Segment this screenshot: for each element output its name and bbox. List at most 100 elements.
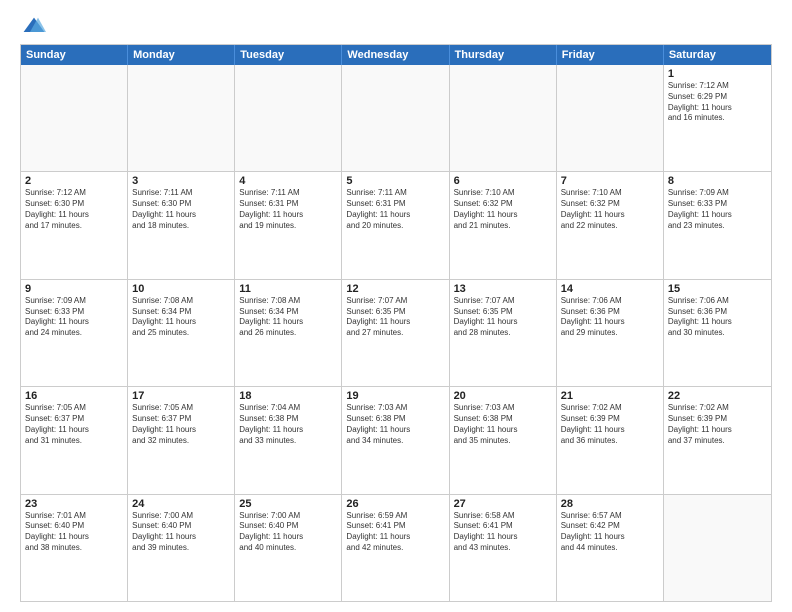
day-info: Sunrise: 7:07 AM Sunset: 6:35 PM Dayligh…: [454, 296, 552, 339]
day-number: 4: [239, 175, 337, 187]
day-number: 28: [561, 498, 659, 510]
logo-icon: [22, 16, 46, 36]
calendar-cell: 9Sunrise: 7:09 AM Sunset: 6:33 PM Daylig…: [21, 280, 128, 386]
calendar-row-1: 2Sunrise: 7:12 AM Sunset: 6:30 PM Daylig…: [21, 171, 771, 278]
calendar-body: 1Sunrise: 7:12 AM Sunset: 6:29 PM Daylig…: [21, 65, 771, 601]
calendar-cell: 16Sunrise: 7:05 AM Sunset: 6:37 PM Dayli…: [21, 387, 128, 493]
header-day-friday: Friday: [557, 45, 664, 65]
day-info: Sunrise: 7:00 AM Sunset: 6:40 PM Dayligh…: [132, 511, 230, 554]
day-number: 22: [668, 390, 767, 402]
header-day-monday: Monday: [128, 45, 235, 65]
day-number: 21: [561, 390, 659, 402]
day-number: 8: [668, 175, 767, 187]
day-number: 27: [454, 498, 552, 510]
day-info: Sunrise: 7:08 AM Sunset: 6:34 PM Dayligh…: [239, 296, 337, 339]
day-number: 14: [561, 283, 659, 295]
calendar-cell: [450, 65, 557, 171]
day-info: Sunrise: 7:12 AM Sunset: 6:29 PM Dayligh…: [668, 81, 767, 124]
day-number: 25: [239, 498, 337, 510]
day-number: 6: [454, 175, 552, 187]
day-number: 2: [25, 175, 123, 187]
day-number: 10: [132, 283, 230, 295]
day-info: Sunrise: 7:03 AM Sunset: 6:38 PM Dayligh…: [346, 403, 444, 446]
calendar-cell: [664, 495, 771, 601]
day-number: 9: [25, 283, 123, 295]
calendar: SundayMondayTuesdayWednesdayThursdayFrid…: [20, 44, 772, 602]
day-info: Sunrise: 7:05 AM Sunset: 6:37 PM Dayligh…: [132, 403, 230, 446]
day-info: Sunrise: 7:11 AM Sunset: 6:31 PM Dayligh…: [346, 188, 444, 231]
day-number: 12: [346, 283, 444, 295]
day-number: 24: [132, 498, 230, 510]
calendar-cell: 24Sunrise: 7:00 AM Sunset: 6:40 PM Dayli…: [128, 495, 235, 601]
calendar-cell: [21, 65, 128, 171]
day-info: Sunrise: 6:59 AM Sunset: 6:41 PM Dayligh…: [346, 511, 444, 554]
calendar-cell: 21Sunrise: 7:02 AM Sunset: 6:39 PM Dayli…: [557, 387, 664, 493]
day-info: Sunrise: 7:00 AM Sunset: 6:40 PM Dayligh…: [239, 511, 337, 554]
calendar-cell: 5Sunrise: 7:11 AM Sunset: 6:31 PM Daylig…: [342, 172, 449, 278]
header-day-sunday: Sunday: [21, 45, 128, 65]
day-number: 19: [346, 390, 444, 402]
day-number: 7: [561, 175, 659, 187]
page: SundayMondayTuesdayWednesdayThursdayFrid…: [0, 0, 792, 612]
calendar-cell: 15Sunrise: 7:06 AM Sunset: 6:36 PM Dayli…: [664, 280, 771, 386]
day-info: Sunrise: 7:12 AM Sunset: 6:30 PM Dayligh…: [25, 188, 123, 231]
calendar-cell: 3Sunrise: 7:11 AM Sunset: 6:30 PM Daylig…: [128, 172, 235, 278]
header-day-wednesday: Wednesday: [342, 45, 449, 65]
calendar-cell: 25Sunrise: 7:00 AM Sunset: 6:40 PM Dayli…: [235, 495, 342, 601]
calendar-cell: 14Sunrise: 7:06 AM Sunset: 6:36 PM Dayli…: [557, 280, 664, 386]
day-number: 23: [25, 498, 123, 510]
day-info: Sunrise: 7:02 AM Sunset: 6:39 PM Dayligh…: [561, 403, 659, 446]
calendar-header: SundayMondayTuesdayWednesdayThursdayFrid…: [21, 45, 771, 65]
day-info: Sunrise: 6:57 AM Sunset: 6:42 PM Dayligh…: [561, 511, 659, 554]
logo: [20, 16, 50, 36]
calendar-cell: 19Sunrise: 7:03 AM Sunset: 6:38 PM Dayli…: [342, 387, 449, 493]
day-info: Sunrise: 7:04 AM Sunset: 6:38 PM Dayligh…: [239, 403, 337, 446]
calendar-cell: 10Sunrise: 7:08 AM Sunset: 6:34 PM Dayli…: [128, 280, 235, 386]
day-number: 5: [346, 175, 444, 187]
day-info: Sunrise: 7:09 AM Sunset: 6:33 PM Dayligh…: [668, 188, 767, 231]
header-day-thursday: Thursday: [450, 45, 557, 65]
day-info: Sunrise: 7:10 AM Sunset: 6:32 PM Dayligh…: [454, 188, 552, 231]
calendar-cell: 1Sunrise: 7:12 AM Sunset: 6:29 PM Daylig…: [664, 65, 771, 171]
day-info: Sunrise: 7:11 AM Sunset: 6:31 PM Dayligh…: [239, 188, 337, 231]
day-number: 18: [239, 390, 337, 402]
day-number: 13: [454, 283, 552, 295]
day-info: Sunrise: 7:09 AM Sunset: 6:33 PM Dayligh…: [25, 296, 123, 339]
day-number: 15: [668, 283, 767, 295]
calendar-cell: 22Sunrise: 7:02 AM Sunset: 6:39 PM Dayli…: [664, 387, 771, 493]
day-info: Sunrise: 7:01 AM Sunset: 6:40 PM Dayligh…: [25, 511, 123, 554]
day-number: 16: [25, 390, 123, 402]
calendar-cell: 27Sunrise: 6:58 AM Sunset: 6:41 PM Dayli…: [450, 495, 557, 601]
day-info: Sunrise: 7:08 AM Sunset: 6:34 PM Dayligh…: [132, 296, 230, 339]
day-info: Sunrise: 6:58 AM Sunset: 6:41 PM Dayligh…: [454, 511, 552, 554]
day-info: Sunrise: 7:06 AM Sunset: 6:36 PM Dayligh…: [561, 296, 659, 339]
day-info: Sunrise: 7:07 AM Sunset: 6:35 PM Dayligh…: [346, 296, 444, 339]
day-number: 26: [346, 498, 444, 510]
calendar-cell: 8Sunrise: 7:09 AM Sunset: 6:33 PM Daylig…: [664, 172, 771, 278]
header: [20, 16, 772, 36]
day-number: 17: [132, 390, 230, 402]
day-number: 11: [239, 283, 337, 295]
header-day-tuesday: Tuesday: [235, 45, 342, 65]
calendar-row-0: 1Sunrise: 7:12 AM Sunset: 6:29 PM Daylig…: [21, 65, 771, 171]
day-number: 1: [668, 68, 767, 80]
day-info: Sunrise: 7:02 AM Sunset: 6:39 PM Dayligh…: [668, 403, 767, 446]
calendar-cell: 20Sunrise: 7:03 AM Sunset: 6:38 PM Dayli…: [450, 387, 557, 493]
calendar-row-4: 23Sunrise: 7:01 AM Sunset: 6:40 PM Dayli…: [21, 494, 771, 601]
calendar-cell: 6Sunrise: 7:10 AM Sunset: 6:32 PM Daylig…: [450, 172, 557, 278]
calendar-cell: [342, 65, 449, 171]
calendar-cell: 12Sunrise: 7:07 AM Sunset: 6:35 PM Dayli…: [342, 280, 449, 386]
day-info: Sunrise: 7:03 AM Sunset: 6:38 PM Dayligh…: [454, 403, 552, 446]
day-info: Sunrise: 7:06 AM Sunset: 6:36 PM Dayligh…: [668, 296, 767, 339]
calendar-cell: 18Sunrise: 7:04 AM Sunset: 6:38 PM Dayli…: [235, 387, 342, 493]
calendar-cell: 28Sunrise: 6:57 AM Sunset: 6:42 PM Dayli…: [557, 495, 664, 601]
calendar-cell: 7Sunrise: 7:10 AM Sunset: 6:32 PM Daylig…: [557, 172, 664, 278]
calendar-cell: 4Sunrise: 7:11 AM Sunset: 6:31 PM Daylig…: [235, 172, 342, 278]
calendar-cell: 13Sunrise: 7:07 AM Sunset: 6:35 PM Dayli…: [450, 280, 557, 386]
calendar-cell: [235, 65, 342, 171]
day-info: Sunrise: 7:05 AM Sunset: 6:37 PM Dayligh…: [25, 403, 123, 446]
calendar-cell: 2Sunrise: 7:12 AM Sunset: 6:30 PM Daylig…: [21, 172, 128, 278]
calendar-cell: 17Sunrise: 7:05 AM Sunset: 6:37 PM Dayli…: [128, 387, 235, 493]
calendar-cell: 11Sunrise: 7:08 AM Sunset: 6:34 PM Dayli…: [235, 280, 342, 386]
calendar-cell: 26Sunrise: 6:59 AM Sunset: 6:41 PM Dayli…: [342, 495, 449, 601]
